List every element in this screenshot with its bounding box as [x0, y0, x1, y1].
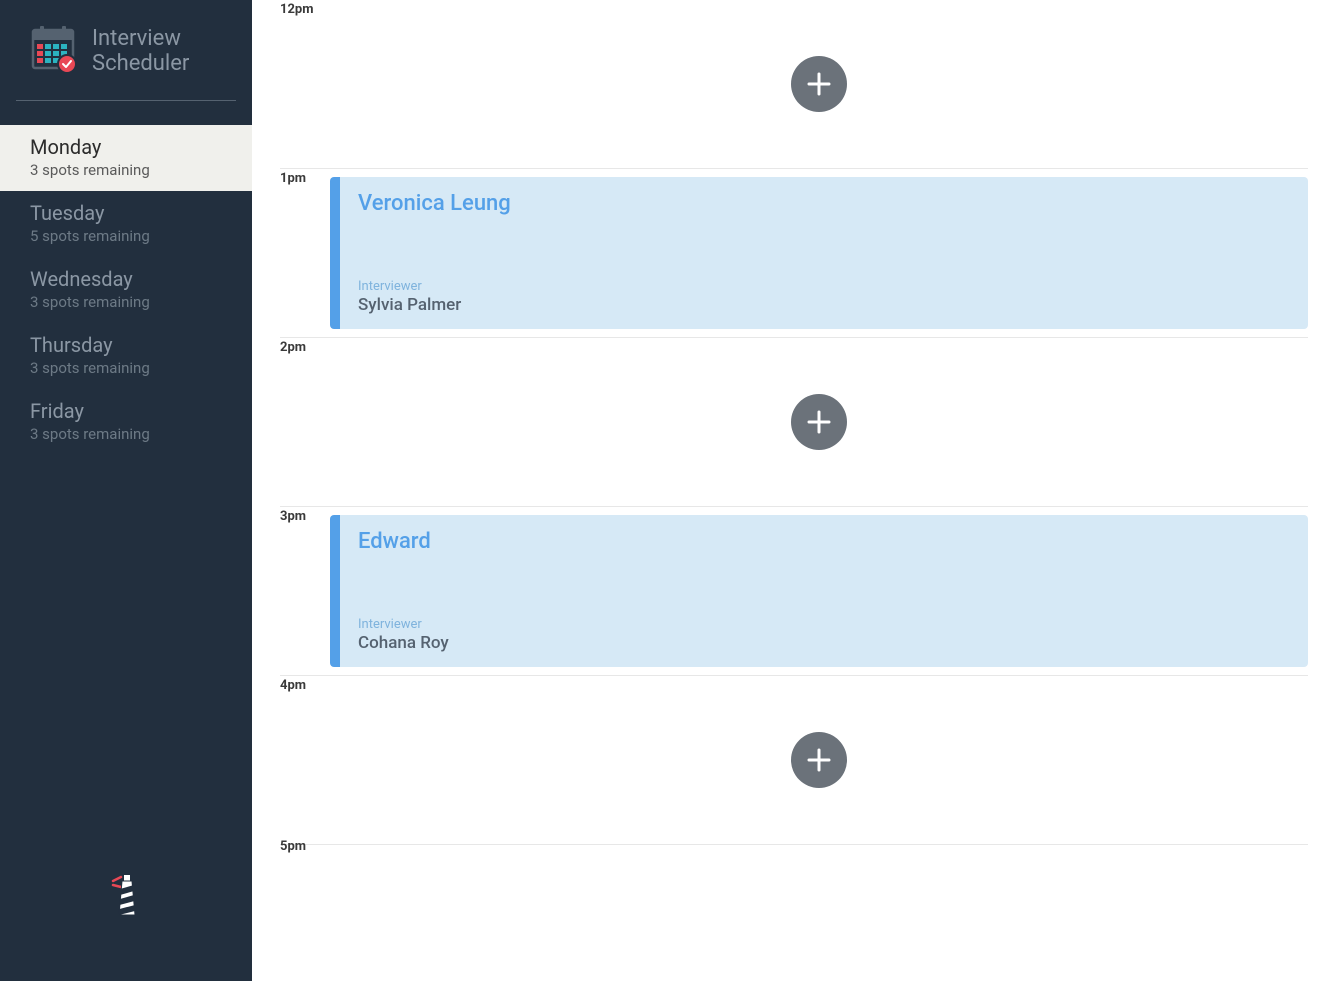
calendar-logo-icon: [30, 24, 78, 78]
time-slot-3pm: 3pm Edward Interviewer Cohana Roy: [280, 506, 1308, 667]
day-name: Wednesday: [30, 267, 222, 291]
interviewer-label: Interviewer: [358, 279, 1290, 294]
student-name: Edward: [358, 529, 1290, 554]
day-item-friday[interactable]: Friday 3 spots remaining: [0, 389, 252, 455]
day-name: Thursday: [30, 333, 222, 357]
time-label: 5pm: [280, 837, 306, 854]
app-title: Interview Scheduler: [92, 26, 189, 77]
time-label: 3pm: [280, 507, 306, 524]
appointment-content: Veronica Leung Interviewer Sylvia Palmer: [340, 177, 1308, 329]
app-title-line2: Scheduler: [92, 51, 189, 76]
interviewer-name: Cohana Roy: [358, 633, 1290, 653]
day-spots: 3 spots remaining: [30, 161, 222, 179]
sidebar-footer: [0, 843, 252, 981]
time-label: 4pm: [280, 676, 306, 693]
appointment-accent-bar: [330, 177, 340, 329]
day-name: Tuesday: [30, 201, 222, 225]
time-slot-1pm: 1pm Veronica Leung Interviewer Sylvia Pa…: [280, 168, 1308, 329]
time-slot-4pm: 4pm: [280, 675, 1308, 844]
time-slot-2pm: 2pm: [280, 337, 1308, 506]
time-label: 12pm: [280, 0, 314, 17]
appointment-accent-bar: [330, 515, 340, 667]
time-label: 2pm: [280, 338, 306, 355]
lighthouse-icon: [111, 873, 141, 921]
slot-body: [330, 338, 1308, 506]
student-name: Veronica Leung: [358, 191, 1290, 216]
day-item-monday[interactable]: Monday 3 spots remaining: [0, 125, 252, 191]
time-label: 1pm: [280, 169, 306, 186]
day-name: Monday: [30, 135, 222, 159]
appointment-footer: Interviewer Cohana Roy: [358, 617, 1290, 653]
slot-body: [330, 0, 1308, 168]
slot-body: [330, 676, 1308, 844]
appointment-card[interactable]: Veronica Leung Interviewer Sylvia Palmer: [330, 177, 1308, 329]
day-spots: 5 spots remaining: [30, 227, 222, 245]
add-appointment-button[interactable]: [791, 394, 847, 450]
time-slot-12pm: 12pm: [280, 0, 1308, 168]
plus-icon: [804, 69, 834, 99]
appointment-card[interactable]: Edward Interviewer Cohana Roy: [330, 515, 1308, 667]
day-spots: 3 spots remaining: [30, 425, 222, 443]
day-item-wednesday[interactable]: Wednesday 3 spots remaining: [0, 257, 252, 323]
schedule: 12pm 1pm Veronica Leung Interviewer Sylv…: [252, 0, 1336, 981]
interviewer-label: Interviewer: [358, 617, 1290, 632]
interviewer-name: Sylvia Palmer: [358, 295, 1290, 315]
add-appointment-button[interactable]: [791, 732, 847, 788]
day-spots: 3 spots remaining: [30, 293, 222, 311]
app-title-line1: Interview: [92, 26, 189, 51]
plus-icon: [804, 745, 834, 775]
sidebar: Interview Scheduler Monday 3 spots remai…: [0, 0, 252, 981]
plus-icon: [804, 407, 834, 437]
appointment-content: Edward Interviewer Cohana Roy: [340, 515, 1308, 667]
day-item-tuesday[interactable]: Tuesday 5 spots remaining: [0, 191, 252, 257]
day-spots: 3 spots remaining: [30, 359, 222, 377]
sidebar-divider: [16, 100, 236, 101]
add-appointment-button[interactable]: [791, 56, 847, 112]
day-item-thursday[interactable]: Thursday 3 spots remaining: [0, 323, 252, 389]
appointment-footer: Interviewer Sylvia Palmer: [358, 279, 1290, 315]
day-list: Monday 3 spots remaining Tuesday 5 spots…: [0, 125, 252, 455]
time-slot-5pm: 5pm: [280, 844, 1308, 845]
day-name: Friday: [30, 399, 222, 423]
sidebar-header: Interview Scheduler: [0, 0, 252, 94]
